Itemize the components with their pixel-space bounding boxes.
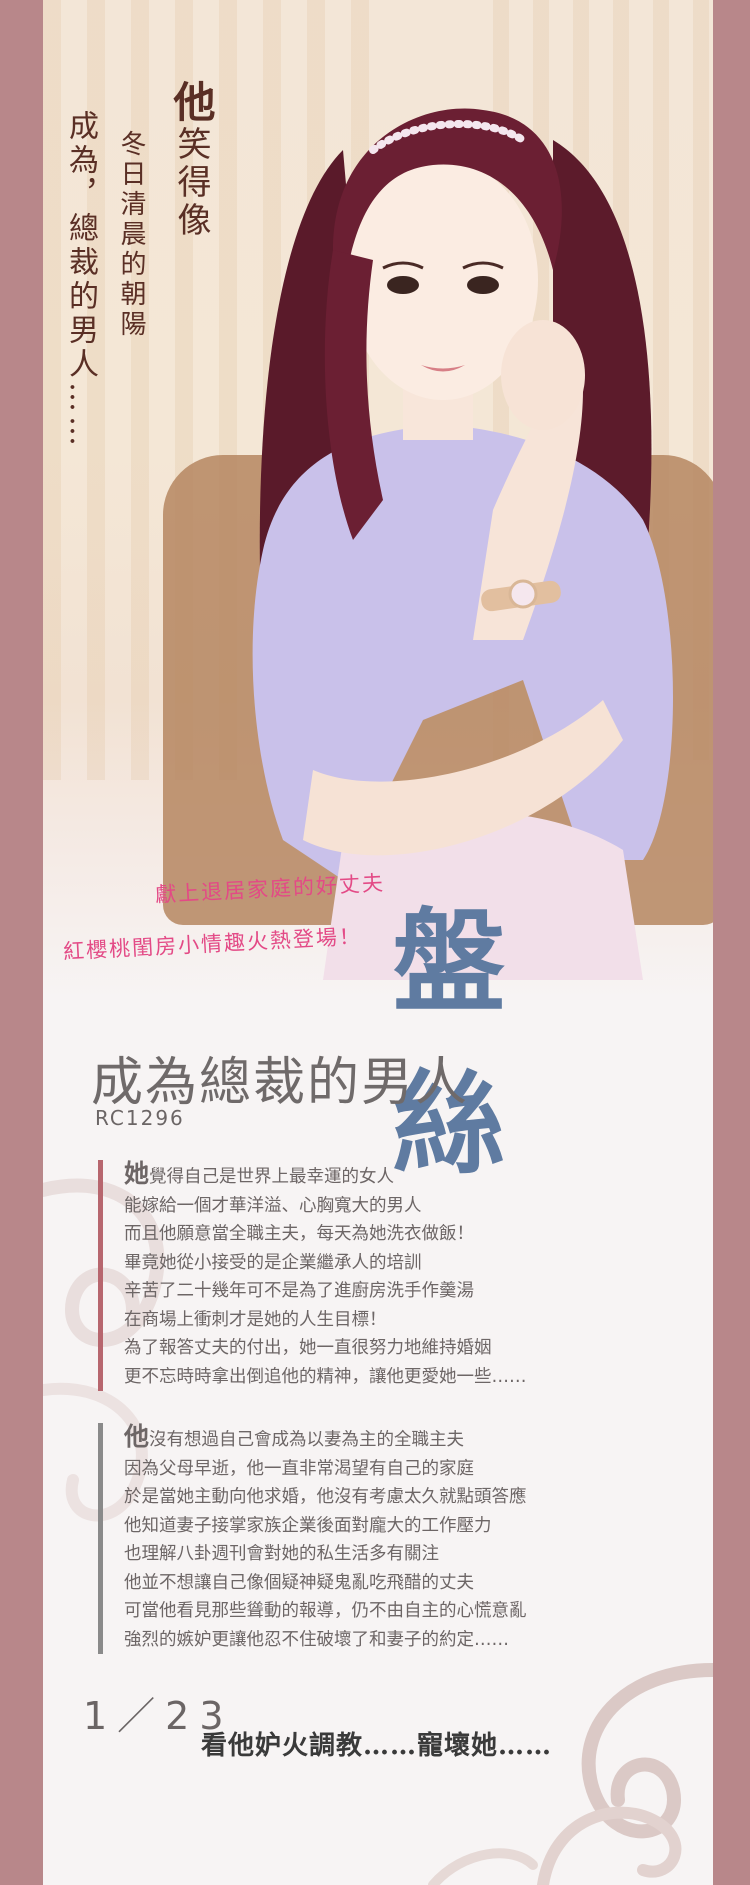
synopsis-him-line-6: 可當他看見那些聳動的報導，仍不由自主的心慌意亂 <box>124 1601 527 1621</box>
vertical-text-smile-big: 他 <box>167 80 216 126</box>
floral-swirl-right-icon <box>428 1663 713 1885</box>
synopsis-her-line-4: 辛苦了二十幾年可不是為了進廚房洗手作羹湯 <box>124 1281 474 1301</box>
vertical-text-smile-rest: 笑得像 <box>171 126 211 240</box>
synopsis-him: 他沒有想過自己會成為以妻為主的全職主夫 因為父母早逝，他一直非常渴望有自己的家庭… <box>98 1422 684 1654</box>
synopsis-him-first-char: 他 <box>124 1422 150 1451</box>
synopsis-her-line-0: 覺得自己是世界上最幸運的女人 <box>149 1167 395 1187</box>
synopsis-her-line-3: 畢竟她從小接受的是企業繼承人的培訓 <box>124 1252 422 1273</box>
synopsis-him-line-5: 他並不想讓自己像個疑神疑鬼亂吃飛醋的丈夫 <box>124 1572 474 1593</box>
synopsis-her-line: 她覺得自己是世界上最幸運的女人 <box>124 1159 684 1192</box>
synopsis-her-first-char: 她 <box>124 1159 150 1188</box>
synopsis-him-line-1: 因為父母早逝，他一直非常渴望有自己的家庭 <box>124 1458 474 1479</box>
synopsis-him-line-2: 於是當她主動向他求婚，他沒有考慮太久就點頭答應 <box>124 1487 527 1507</box>
synopsis-him-line-4: 也理解八卦週刊會對她的私生活多有關注 <box>124 1544 439 1564</box>
synopsis-her-line-1: 能嫁給一個才華洋溢、心胸寬大的男人 <box>124 1195 422 1216</box>
heroine-illustration <box>252 108 673 980</box>
cover-panel: 他笑得像 冬日清晨的朝陽 成為，總裁的男人…… 獻上退居家庭的好丈夫 紅櫻桃閨房… <box>43 0 713 1885</box>
frame-border: 他笑得像 冬日清晨的朝陽 成為，總裁的男人…… 獻上退居家庭的好丈夫 紅櫻桃閨房… <box>0 0 750 1885</box>
book-title: 成為總裁的男人 <box>91 1053 470 1113</box>
synopsis-him-line-0: 沒有想過自己會成為以妻為主的全職主夫 <box>149 1430 465 1450</box>
synopsis-her-line-7: 更不忘時時拿出倒追他的精神，讓他更愛她一些…… <box>124 1366 527 1387</box>
vertical-text-ceo: 成為，總裁的男人…… <box>63 110 98 450</box>
closing-line: 看他妒火調教……寵壞她…… <box>201 1731 553 1761</box>
hero-illustration: 他笑得像 冬日清晨的朝陽 成為，總裁的男人…… 獻上退居家庭的好丈夫 紅櫻桃閨房… <box>43 0 713 1190</box>
author-name: 盤絲 <box>393 897 565 1190</box>
synopsis-her-line-2: 而且他願意當全職主夫，每天為她洗衣做飯！ <box>124 1224 474 1244</box>
vertical-text-smile: 他笑得像 <box>161 80 222 240</box>
synopsis-her: 她覺得自己是世界上最幸運的女人 能嫁給一個才華洋溢、心胸寬大的男人 而且他願意當… <box>98 1159 684 1391</box>
synopsis-him-line-3: 他知道妻子接掌家族企業後面對龐大的工作壓力 <box>124 1515 492 1536</box>
synopsis-him-line: 他沒有想過自己會成為以妻為主的全職主夫 <box>124 1422 684 1455</box>
book-code: RC1296 <box>95 1106 185 1130</box>
synopsis-him-line-7: 強烈的嫉妒更讓他忍不住破壞了和妻子的約定…… <box>124 1629 509 1650</box>
synopsis-her-line-6: 為了報答丈夫的付出，她一直很努力地維持婚姻 <box>124 1338 492 1358</box>
synopsis-her-line-5: 在商場上衝刺才是她的人生目標！ <box>124 1309 387 1330</box>
vertical-text-morning: 冬日清晨的朝陽 <box>116 130 146 340</box>
